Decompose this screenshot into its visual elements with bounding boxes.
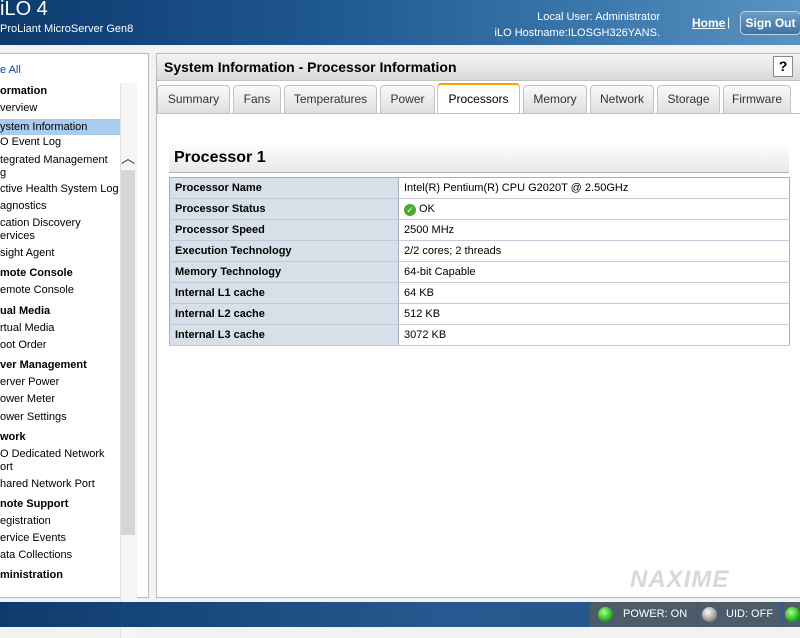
nav-item-location-discovery[interactable]: cation Discovery [0, 217, 120, 230]
processor-title: Processor 1 [174, 149, 266, 166]
local-user-label: Local User: Administrator [537, 11, 660, 23]
table-row: Execution Technology 2/2 cores; 2 thread… [169, 240, 790, 262]
status-ok-icon: ✓ [404, 203, 416, 216]
content-panel: System Information - Processor Informati… [156, 53, 800, 598]
nav-item-ilo-event-log[interactable]: O Event Log [0, 136, 120, 149]
table-row: Memory Technology 64-bit Capable [169, 261, 790, 283]
uid-status-label: UID: OFF [726, 608, 774, 620]
nav-item-data-collections[interactable]: ata Collections [0, 549, 120, 562]
nav-item-system-information[interactable]: ystem Information [0, 119, 120, 135]
nav-item-power-meter[interactable]: ower Meter [0, 393, 120, 406]
nav-item-service-events[interactable]: ervice Events [0, 532, 120, 545]
nav-item-virtual-media[interactable]: rtual Media [0, 322, 120, 335]
collapse-all-link[interactable]: e All [0, 64, 21, 76]
nav-item-location-discovery-cont[interactable]: ervices [0, 230, 120, 243]
tab-summary[interactable]: Summary [157, 85, 230, 113]
health-status[interactable] [783, 602, 800, 627]
nav-section-network[interactable]: work [0, 431, 26, 443]
table-row: Processor Speed 2500 MHz [169, 219, 790, 241]
hostname-label: iLO Hostname:ILOSGH326YANS. [494, 27, 660, 39]
nav-item-server-power[interactable]: erver Power [0, 376, 120, 389]
header-separator: | [727, 15, 731, 29]
nav-item-boot-order[interactable]: oot Order [0, 339, 120, 352]
tab-power[interactable]: Power [380, 85, 435, 113]
power-led-icon [598, 607, 613, 622]
tab-network[interactable]: Network [590, 85, 654, 113]
server-model: ProLiant MicroServer Gen8 [0, 23, 134, 35]
row-value: 3072 KB [398, 324, 790, 346]
row-label: Internal L2 cache [169, 303, 399, 325]
status-text: OK [419, 202, 435, 215]
nav-item-power-settings[interactable]: ower Settings [0, 411, 120, 424]
tab-firmware[interactable]: Firmware [723, 85, 791, 113]
watermark: NAXIME [630, 566, 730, 593]
row-value: Intel(R) Pentium(R) CPU G2020T @ 2.50GHz [398, 177, 790, 199]
home-link[interactable]: Home [692, 16, 725, 30]
row-label: Processor Name [169, 177, 399, 199]
product-title: iLO 4 [0, 0, 48, 20]
nav-item-active-health-log[interactable]: ctive Health System Log [0, 183, 120, 196]
table-row: Processor Name Intel(R) Pentium(R) CPU G… [169, 177, 790, 199]
row-value: 2500 MHz [398, 219, 790, 241]
nav-item-shared-network-port[interactable]: hared Network Port [0, 478, 120, 491]
tab-temperatures[interactable]: Temperatures [284, 85, 377, 113]
nav-item-dedicated-network-port-cont[interactable]: ort [0, 461, 120, 474]
processor-info-table: Processor Name Intel(R) Pentium(R) CPU G… [169, 177, 790, 346]
row-label: Memory Technology [169, 261, 399, 283]
row-value: 64-bit Capable [398, 261, 790, 283]
row-label: Internal L3 cache [169, 324, 399, 346]
page-title-bar: System Information - Processor Informati… [157, 54, 800, 81]
processor-header: Processor 1 [169, 142, 789, 173]
nav-item-dedicated-network-port[interactable]: O Dedicated Network [0, 448, 120, 461]
tab-divider [157, 113, 800, 114]
row-label: Execution Technology [169, 240, 399, 262]
user-info: Local User: Administrator iLO Hostname:I… [495, 9, 660, 41]
nav-section-remote-support[interactable]: note Support [0, 498, 68, 510]
nav-section-power-management[interactable]: ver Management [0, 359, 87, 371]
tab-bar: Summary Fans Temperatures Power Processo… [157, 83, 800, 114]
nav-section-virtual-media[interactable]: ual Media [0, 305, 50, 317]
sidebar-scroll-thumb[interactable] [121, 170, 135, 535]
row-value: 2/2 cores; 2 threads [398, 240, 790, 262]
table-row: Internal L2 cache 512 KB [169, 303, 790, 325]
page-title: System Information - Processor Informati… [164, 59, 457, 75]
nav-item-registration[interactable]: egistration [0, 515, 120, 528]
nav-item-integrated-management-log[interactable]: tegrated Management [0, 154, 120, 167]
table-row: Processor Status ✓ OK [169, 198, 790, 220]
navigation-sidebar: e All ormation verview ystem Information… [0, 53, 149, 638]
tab-memory[interactable]: Memory [523, 85, 587, 113]
row-label: Processor Status [169, 198, 399, 220]
uid-status[interactable]: UID: OFF [698, 602, 782, 627]
table-row: Internal L3 cache 3072 KB [169, 324, 790, 346]
row-value: 64 KB [398, 282, 790, 304]
uid-led-icon [702, 607, 717, 622]
status-footer: POWER: ON UID: OFF [0, 602, 800, 627]
nav-item-diagnostics[interactable]: agnostics [0, 200, 120, 213]
tab-storage[interactable]: Storage [657, 85, 720, 113]
nav-section-information[interactable]: ormation [0, 85, 47, 97]
help-icon[interactable]: ? [773, 56, 793, 77]
table-row: Internal L1 cache 64 KB [169, 282, 790, 304]
nav-item-insight-agent[interactable]: sight Agent [0, 247, 120, 260]
tab-fans[interactable]: Fans [233, 85, 281, 113]
sign-out-button[interactable]: Sign Out [740, 11, 800, 35]
nav-item-integrated-management-log-cont[interactable]: g [0, 167, 120, 180]
row-label: Processor Speed [169, 219, 399, 241]
nav-section-administration[interactable]: ministration [0, 569, 63, 581]
power-status-label: POWER: ON [623, 608, 688, 620]
row-value-status: ✓ OK [398, 198, 790, 220]
scroll-up-icon[interactable]: ︿ [119, 148, 137, 166]
health-ok-icon [785, 607, 800, 622]
header-bar: iLO 4 ProLiant MicroServer Gen8 Local Us… [0, 0, 800, 45]
power-status[interactable]: POWER: ON [590, 602, 697, 627]
row-value: 512 KB [398, 303, 790, 325]
nav-section-remote-console[interactable]: mote Console [0, 267, 73, 279]
nav-item-overview[interactable]: verview [0, 102, 120, 115]
tab-processors[interactable]: Processors [437, 83, 520, 114]
row-label: Internal L1 cache [169, 282, 399, 304]
nav-item-remote-console[interactable]: emote Console [0, 284, 120, 297]
